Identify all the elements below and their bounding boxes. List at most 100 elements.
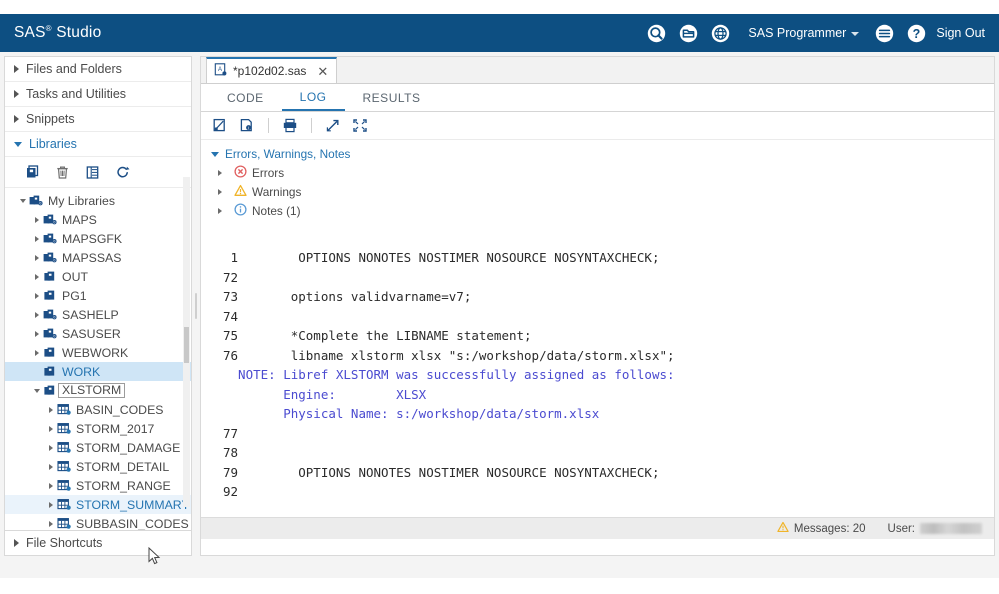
log-line: 76 libname xlstorm xlsx "s:/workshop/dat… bbox=[223, 346, 994, 366]
tree-item-xlstorm[interactable]: XLSTORM bbox=[5, 381, 191, 400]
svg-text:0: 0 bbox=[53, 220, 55, 224]
tree-item-storm-2017[interactable]: STORM_2017 bbox=[5, 419, 191, 438]
tree-item-storm-detail[interactable]: STORM_DETAIL bbox=[5, 457, 191, 476]
properties-icon[interactable] bbox=[85, 165, 100, 180]
sidebar-item-snippets[interactable]: Snippets bbox=[5, 107, 191, 132]
chevron-right-icon[interactable] bbox=[31, 217, 42, 223]
tab-code[interactable]: CODE bbox=[209, 84, 282, 111]
library-multi-icon: 0 bbox=[42, 232, 58, 245]
tree-item-out[interactable]: OUT bbox=[5, 267, 191, 286]
library-multi-icon: 0 bbox=[42, 251, 58, 264]
sidebar-item-libraries[interactable]: Libraries bbox=[5, 132, 191, 157]
status-messages[interactable]: Messages: 20 bbox=[777, 521, 866, 536]
chevron-right-icon[interactable] bbox=[45, 445, 56, 451]
chevron-right-icon[interactable] bbox=[31, 255, 42, 261]
ewn-row-errors[interactable]: Errors bbox=[211, 163, 994, 182]
sidebar-scrollbar[interactable] bbox=[183, 177, 190, 507]
options-icon[interactable] bbox=[875, 24, 894, 43]
log-line: 73 options validvarname=v7; bbox=[223, 287, 994, 307]
tree-item-pg1[interactable]: PG1 bbox=[5, 286, 191, 305]
library-icon bbox=[42, 365, 58, 378]
log-line: 78 bbox=[223, 443, 994, 463]
chevron-right-icon[interactable] bbox=[31, 274, 42, 280]
chevron-right-icon[interactable] bbox=[45, 502, 56, 508]
tree-item-label: MAPSGFK bbox=[58, 232, 122, 246]
tab-results[interactable]: RESULTS bbox=[345, 84, 439, 111]
sidebar-item-files-and-folders[interactable]: Files and Folders bbox=[5, 57, 191, 82]
chevron-right-icon[interactable] bbox=[31, 331, 42, 337]
ewn-header[interactable]: Errors, Warnings, Notes bbox=[211, 147, 994, 163]
tree-item-work[interactable]: WORK bbox=[5, 362, 191, 381]
file-tab-p102d02[interactable]: A *p102d02.sas ✕ bbox=[206, 57, 337, 83]
delete-icon[interactable] bbox=[55, 165, 70, 180]
chevron-right-icon[interactable] bbox=[31, 350, 42, 356]
sidebar-item-tasks-and-utilities[interactable]: Tasks and Utilities bbox=[5, 82, 191, 107]
chevron-right-icon[interactable] bbox=[45, 464, 56, 470]
user-role-label: SAS Programmer bbox=[748, 26, 846, 40]
folder-icon[interactable] bbox=[679, 24, 698, 43]
chevron-right-icon[interactable] bbox=[31, 312, 42, 318]
chevron-down-icon[interactable] bbox=[31, 389, 42, 393]
library-icon bbox=[42, 289, 58, 302]
tree-item-maps[interactable]: 0MAPS bbox=[5, 210, 191, 229]
refresh-icon[interactable] bbox=[115, 165, 130, 180]
clear-log-icon[interactable] bbox=[212, 118, 228, 133]
new-library-icon[interactable] bbox=[23, 165, 40, 180]
tab-log[interactable]: LOG bbox=[282, 84, 345, 111]
tree-item-storm-damage[interactable]: STORM_DAMAGE bbox=[5, 438, 191, 457]
log-line: 77 bbox=[223, 424, 994, 444]
sas-file-icon: A bbox=[214, 63, 227, 79]
table-icon bbox=[56, 422, 72, 435]
chevron-right-icon[interactable] bbox=[45, 407, 56, 413]
status-user: User: bbox=[888, 523, 982, 535]
ewn-row-label: Warnings bbox=[252, 185, 301, 199]
close-icon[interactable]: ✕ bbox=[317, 65, 328, 78]
pane-splitter[interactable] bbox=[192, 56, 200, 556]
tree-item-label: OUT bbox=[58, 270, 88, 284]
error-icon bbox=[234, 165, 247, 181]
chevron-right-icon bbox=[218, 208, 229, 214]
library-icon bbox=[42, 346, 58, 359]
ewn-row-notes[interactable]: Notes (1) bbox=[211, 201, 994, 220]
log-content[interactable]: 1 OPTIONS NONOTES NOSTIMER NOSOURCE NOSY… bbox=[201, 220, 994, 555]
tree-item-sashelp[interactable]: 0SASHELP bbox=[5, 305, 191, 324]
tree-item-label: XLSTORM bbox=[58, 383, 125, 398]
chevron-right-icon[interactable] bbox=[31, 293, 42, 299]
globe-icon[interactable] bbox=[711, 24, 730, 43]
save-log-icon[interactable]: i bbox=[239, 118, 255, 133]
tree-item-storm-summary[interactable]: STORM_SUMMARY bbox=[5, 495, 191, 514]
log-line: 75 *Complete the LIBNAME statement; bbox=[223, 326, 994, 346]
sign-out-button[interactable]: Sign Out bbox=[936, 26, 985, 40]
log-line: 79 OPTIONS NONOTES NOSTIMER NOSOURCE NOS… bbox=[223, 463, 994, 483]
ewn-row-warnings[interactable]: Warnings bbox=[211, 182, 994, 201]
chevron-right-icon[interactable] bbox=[31, 236, 42, 242]
tree-item-webwork[interactable]: WEBWORK bbox=[5, 343, 191, 362]
maximize-icon[interactable] bbox=[352, 118, 368, 133]
tree-item-label: My Libraries bbox=[44, 194, 115, 208]
tree-item-subbasin-codes[interactable]: SUBBASIN_CODES bbox=[5, 514, 191, 530]
tree-item-storm-range[interactable]: STORM_RANGE bbox=[5, 476, 191, 495]
svg-text:?: ? bbox=[913, 27, 921, 41]
chevron-right-icon[interactable] bbox=[45, 426, 56, 432]
chevron-right-icon[interactable] bbox=[45, 483, 56, 489]
tree-item-my libraries[interactable]: 0My Libraries bbox=[5, 191, 191, 210]
chevron-down-icon[interactable] bbox=[17, 199, 28, 203]
open-new-window-icon[interactable] bbox=[325, 118, 341, 133]
tree-item-mapsgfk[interactable]: 0MAPSGFK bbox=[5, 229, 191, 248]
splitter-grip[interactable] bbox=[195, 293, 197, 319]
tree-item-mapssas[interactable]: 0MAPSSAS bbox=[5, 248, 191, 267]
log-line: 1 OPTIONS NONOTES NOSTIMER NOSOURCE NOSY… bbox=[223, 248, 994, 268]
search-icon[interactable] bbox=[647, 24, 666, 43]
chevron-right-icon[interactable] bbox=[45, 521, 56, 527]
tree-item-basin-codes[interactable]: BASIN_CODES bbox=[5, 400, 191, 419]
help-icon[interactable]: ? bbox=[907, 24, 926, 43]
libraries-tree[interactable]: 0My Libraries0MAPS0MAPSGFK0MAPSSASOUTPG1… bbox=[5, 188, 191, 530]
user-role-menu[interactable]: SAS Programmer bbox=[748, 26, 859, 40]
print-icon[interactable] bbox=[282, 118, 298, 133]
sidebar-item-file-shortcuts[interactable]: File Shortcuts bbox=[5, 531, 191, 555]
editor-tab-bar[interactable]: CODELOGRESULTS bbox=[201, 84, 994, 112]
tree-item-sasuser[interactable]: 0SASUSER bbox=[5, 324, 191, 343]
bottom-white-strip bbox=[0, 578, 999, 594]
errors-warnings-notes-panel: Errors, Warnings, Notes Errors Warnings bbox=[201, 140, 994, 220]
scrollbar-thumb[interactable] bbox=[184, 327, 189, 363]
